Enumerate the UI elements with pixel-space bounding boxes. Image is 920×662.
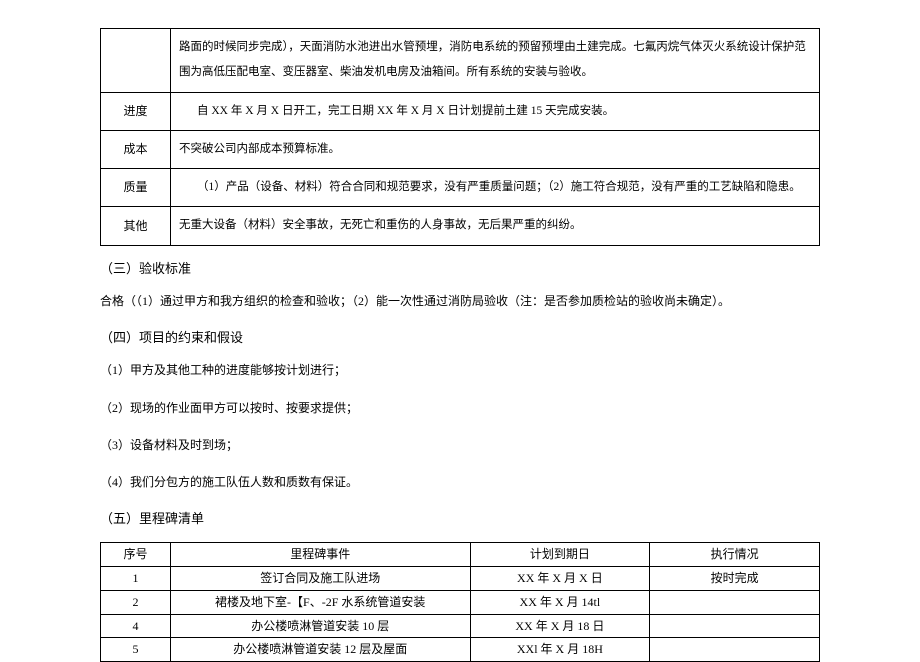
cell-status bbox=[650, 614, 820, 638]
cell-seq: 1 bbox=[101, 567, 171, 591]
row-label-empty bbox=[101, 29, 171, 93]
cell-date: XX 年 X 月 14tl bbox=[470, 590, 650, 614]
cell-event: 签订合同及施工队进场 bbox=[170, 567, 470, 591]
table-row: 1 签订合同及施工队进场 XX 年 X 月 X 日 按时完成 bbox=[101, 567, 820, 591]
cell-seq: 4 bbox=[101, 614, 171, 638]
section-3-title: （三）验收标准 bbox=[100, 260, 820, 278]
row-content: 不突破公司内部成本预算标准。 bbox=[171, 130, 820, 168]
section-4-p3: （3）设备材料及时到场； bbox=[100, 436, 820, 455]
table-row: 进度 自 XX 年 X 月 X 日开工，完工日期 XX 年 X 月 X 日计划提… bbox=[101, 92, 820, 130]
row-text: 自 XX 年 X 月 X 日开工，完工日期 XX 年 X 月 X 日计划提前土建… bbox=[179, 99, 811, 124]
cell-status: 按时完成 bbox=[650, 567, 820, 591]
table-row: 4 办公楼喷淋管道安装 10 层 XX 年 X 月 18 日 bbox=[101, 614, 820, 638]
table-header-row: 序号 里程碑事件 计划到期日 执行情况 bbox=[101, 543, 820, 567]
cell-status bbox=[650, 638, 820, 662]
section-4-p1: （1）甲方及其他工种的进度能够按计划进行； bbox=[100, 361, 820, 380]
cell-seq: 5 bbox=[101, 638, 171, 662]
row-text: （1）产品（设备、材料）符合合同和规范要求，没有严重质量问题；（2）施工符合规范… bbox=[179, 175, 811, 200]
table-row: 质量 （1）产品（设备、材料）符合合同和规范要求，没有严重质量问题；（2）施工符… bbox=[101, 169, 820, 207]
section-5-title: （五）里程碑清单 bbox=[100, 510, 820, 528]
cell-event: 办公楼喷淋管道安装 12 层及屋面 bbox=[170, 638, 470, 662]
section-4-p2: （2）现场的作业面甲方可以按时、按要求提供； bbox=[100, 399, 820, 418]
row-label-quality: 质量 bbox=[101, 169, 171, 207]
header-status: 执行情况 bbox=[650, 543, 820, 567]
row-content: 自 XX 年 X 月 X 日开工，完工日期 XX 年 X 月 X 日计划提前土建… bbox=[171, 92, 820, 130]
row-label-progress: 进度 bbox=[101, 92, 171, 130]
table-row: 2 裙楼及地下室-【F、-2F 水系统管道安装 XX 年 X 月 14tl bbox=[101, 590, 820, 614]
header-seq: 序号 bbox=[101, 543, 171, 567]
row-content: （1）产品（设备、材料）符合合同和规范要求，没有严重质量问题；（2）施工符合规范… bbox=[171, 169, 820, 207]
cell-date: XXl 年 X 月 18H bbox=[470, 638, 650, 662]
row-content: 无重大设备（材料）安全事故，无死亡和重伤的人身事故，无后果严重的纠纷。 bbox=[171, 207, 820, 245]
header-event: 里程碑事件 bbox=[170, 543, 470, 567]
section-3-para: 合格（（1）通过甲方和我方组织的检查和验收；（2）能一次性通过消防局验收（注：是… bbox=[100, 292, 820, 311]
cell-date: XX 年 X 月 X 日 bbox=[470, 567, 650, 591]
requirements-table: 路面的时候同步完成），天面消防水池进出水管预埋，消防电系统的预留预埋由土建完成。… bbox=[100, 28, 820, 246]
table-row: 成本 不突破公司内部成本预算标准。 bbox=[101, 130, 820, 168]
row-label-cost: 成本 bbox=[101, 130, 171, 168]
cell-status bbox=[650, 590, 820, 614]
table-row: 5 办公楼喷淋管道安装 12 层及屋面 XXl 年 X 月 18H bbox=[101, 638, 820, 662]
row-content: 路面的时候同步完成），天面消防水池进出水管预埋，消防电系统的预留预埋由土建完成。… bbox=[171, 29, 820, 93]
table-row: 路面的时候同步完成），天面消防水池进出水管预埋，消防电系统的预留预埋由土建完成。… bbox=[101, 29, 820, 93]
milestone-table: 序号 里程碑事件 计划到期日 执行情况 1 签订合同及施工队进场 XX 年 X … bbox=[100, 542, 820, 662]
header-date: 计划到期日 bbox=[470, 543, 650, 567]
section-4-p4: （4）我们分包方的施工队伍人数和质数有保证。 bbox=[100, 473, 820, 492]
section-4-title: （四）项目的约束和假设 bbox=[100, 329, 820, 347]
cell-event: 裙楼及地下室-【F、-2F 水系统管道安装 bbox=[170, 590, 470, 614]
cell-event: 办公楼喷淋管道安装 10 层 bbox=[170, 614, 470, 638]
cell-seq: 2 bbox=[101, 590, 171, 614]
cell-date: XX 年 X 月 18 日 bbox=[470, 614, 650, 638]
table-row: 其他 无重大设备（材料）安全事故，无死亡和重伤的人身事故，无后果严重的纠纷。 bbox=[101, 207, 820, 245]
row-label-other: 其他 bbox=[101, 207, 171, 245]
